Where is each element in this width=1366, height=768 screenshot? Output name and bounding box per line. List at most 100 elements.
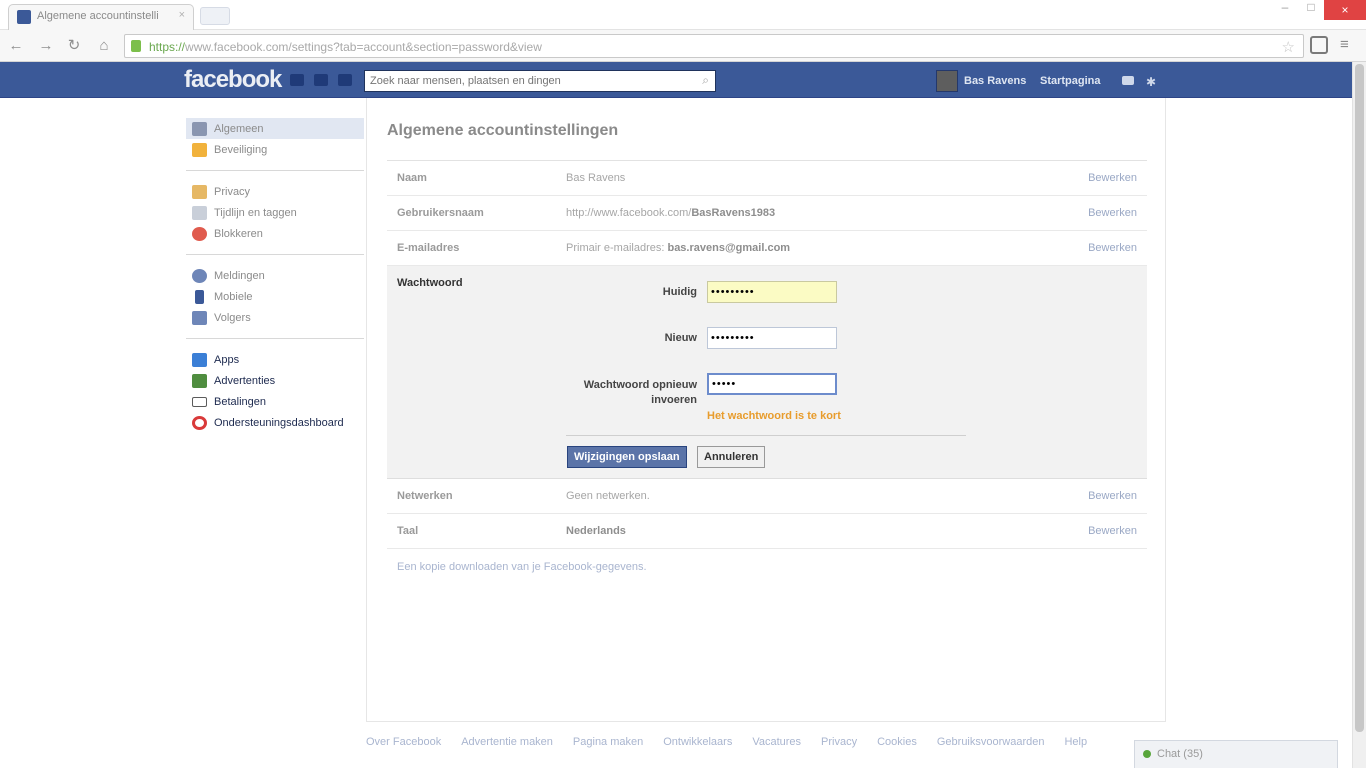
page-title: Algemene accountinstellingen [387,122,619,139]
settings-row-email[interactable]: E-mailadres Primair e-mailadres: bas.rav… [387,231,1147,266]
sidebar-item-privacy[interactable]: Privacy [186,181,364,202]
sidebar-item-mobiele[interactable]: Mobiele [186,286,364,307]
save-changes-button[interactable]: Wijzigingen opslaan [567,446,687,468]
sidebar-item-label: Ondersteuningsdashboard [214,416,344,429]
footer-link[interactable]: Cookies [877,736,917,748]
chat-bar[interactable]: Chat (35) [1134,740,1338,768]
row-value: Nederlands [566,525,626,537]
browser-menu-icon[interactable]: ≡ [1340,36,1349,53]
settings-row-netwerken[interactable]: Netwerken Geen netwerken. Bewerken [387,479,1147,514]
friend-requests-icon[interactable] [290,74,304,86]
back-icon[interactable]: ← [6,36,26,56]
download-data-link[interactable]: Een kopie downloaden van je Facebook-geg… [397,561,647,573]
password-section-label: Wachtwoord [397,277,463,289]
footer-link[interactable]: Advertentie maken [461,736,553,748]
sidebar-divider [186,338,364,339]
sidebar-divider [186,254,364,255]
row-value-bold: Nederlands [566,525,626,537]
cancel-button[interactable]: Annuleren [697,446,766,468]
browser-tab[interactable]: Algemene accountinstelli × [8,4,194,30]
footer-link[interactable]: Help [1064,736,1087,748]
sidebar-item-label: Tijdlijn en taggen [214,206,297,219]
chat-label: Chat (35) [1157,748,1203,760]
online-status-icon [1143,750,1151,758]
reload-icon[interactable]: ↻ [64,36,84,56]
repeat-password-field[interactable] [707,373,837,395]
new-tab-button[interactable] [200,7,230,25]
forward-icon[interactable]: → [36,36,56,56]
search-box[interactable]: ⌕ [364,70,716,92]
home-link[interactable]: Startpagina [1040,75,1101,87]
sidebar-item-blokkeren[interactable]: Blokkeren [186,223,364,244]
row-value-text: http://www.facebook.com/ [566,207,692,219]
home-icon[interactable]: ⌂ [94,36,114,56]
sidebar-item-meldingen[interactable]: Meldingen [186,265,364,286]
facebook-logo[interactable]: facebook [184,66,282,94]
sidebar-item-tijdlijn[interactable]: Tijdlijn en taggen [186,202,364,223]
tab-close-icon[interactable]: × [179,9,185,21]
row-label: E-mailadres [397,242,460,254]
close-window-icon[interactable]: × [1324,0,1366,20]
sidebar-item-betalingen[interactable]: Betalingen [186,391,364,412]
sidebar-item-algemeen[interactable]: Algemeen [186,118,364,139]
facebook-header: facebook ⌕ Bas Ravens Startpagina ✱ [0,62,1352,98]
avatar[interactable] [936,70,958,92]
notifications-icon[interactable] [338,74,352,86]
gear-icon[interactable]: ✱ [1146,75,1156,89]
find-friends-icon[interactable] [1122,76,1134,85]
maximize-icon[interactable]: □ [1298,0,1324,20]
sidebar-item-apps[interactable]: Apps [186,349,364,370]
address-bar[interactable]: https://www.facebook.com/settings?tab=ac… [124,34,1304,58]
extension-icon[interactable] [1310,36,1328,54]
sidebar-item-advertenties[interactable]: Advertenties [186,370,364,391]
sidebar-item-label: Beveiliging [214,143,268,156]
row-value-bold: BasRavens1983 [691,207,776,219]
settings-row-naam[interactable]: Naam Bas Ravens Bewerken [387,161,1147,196]
shield-icon [192,142,207,157]
page-footer: Over Facebook Advertentie maken Pagina m… [366,736,1087,748]
row-value: Geen netwerken. [566,490,650,502]
sidebar-item-label: Mobiele [214,290,253,303]
messages-icon[interactable] [314,74,328,86]
browser-tabstrip: Algemene accountinstelli × – □ × [0,0,1366,30]
footer-link[interactable]: Pagina maken [573,736,643,748]
footer-link[interactable]: Vacatures [752,736,801,748]
sidebar-item-volgers[interactable]: Volgers [186,307,364,328]
repeat-password-label: Wachtwoord opnieuw invoeren [583,379,697,406]
new-password-label: Nieuw [664,332,697,344]
wrench-icon [192,121,207,136]
browser-toolbar: ← → ↻ ⌂ https://www.facebook.com/setting… [0,30,1366,62]
settings-row-taal[interactable]: Taal Nederlands Bewerken [387,514,1147,549]
edit-link[interactable]: Bewerken [1088,172,1137,184]
block-icon [192,226,207,241]
row-value-text: Primair e-mailadres: [566,242,668,254]
password-divider [566,435,966,436]
sidebar-item-label: Blokkeren [214,227,263,240]
lifebuoy-icon [192,415,207,430]
footer-link[interactable]: Over Facebook [366,736,441,748]
edit-link[interactable]: Bewerken [1088,525,1137,537]
new-password-field[interactable] [707,327,837,349]
search-input[interactable] [370,75,690,87]
scrollbar-thumb[interactable] [1355,64,1364,732]
edit-link[interactable]: Bewerken [1088,242,1137,254]
settings-row-gebruikersnaam[interactable]: Gebruikersnaam http://www.facebook.com/B… [387,196,1147,231]
scrollbar[interactable] [1352,62,1366,768]
footer-link[interactable]: Ontwikkelaars [663,736,732,748]
row-label: Netwerken [397,490,453,502]
search-icon[interactable]: ⌕ [702,73,709,88]
sidebar-item-beveiliging[interactable]: Beveiliging [186,139,364,160]
globe-icon [192,268,207,283]
current-password-field[interactable] [707,281,837,303]
profile-link[interactable]: Bas Ravens [964,75,1026,87]
footer-link[interactable]: Gebruiksvoorwaarden [937,736,1045,748]
row-label: Gebruikersnaam [397,207,484,219]
edit-link[interactable]: Bewerken [1088,207,1137,219]
footer-link[interactable]: Privacy [821,736,857,748]
minimize-icon[interactable]: – [1272,0,1298,20]
sidebar-item-ondersteuning[interactable]: Ondersteuningsdashboard [186,412,364,433]
sidebar-item-label: Betalingen [214,395,266,408]
edit-link[interactable]: Bewerken [1088,490,1137,502]
sidebar-item-label: Privacy [214,185,251,198]
bookmark-star-icon[interactable]: ☆ [1282,38,1295,56]
